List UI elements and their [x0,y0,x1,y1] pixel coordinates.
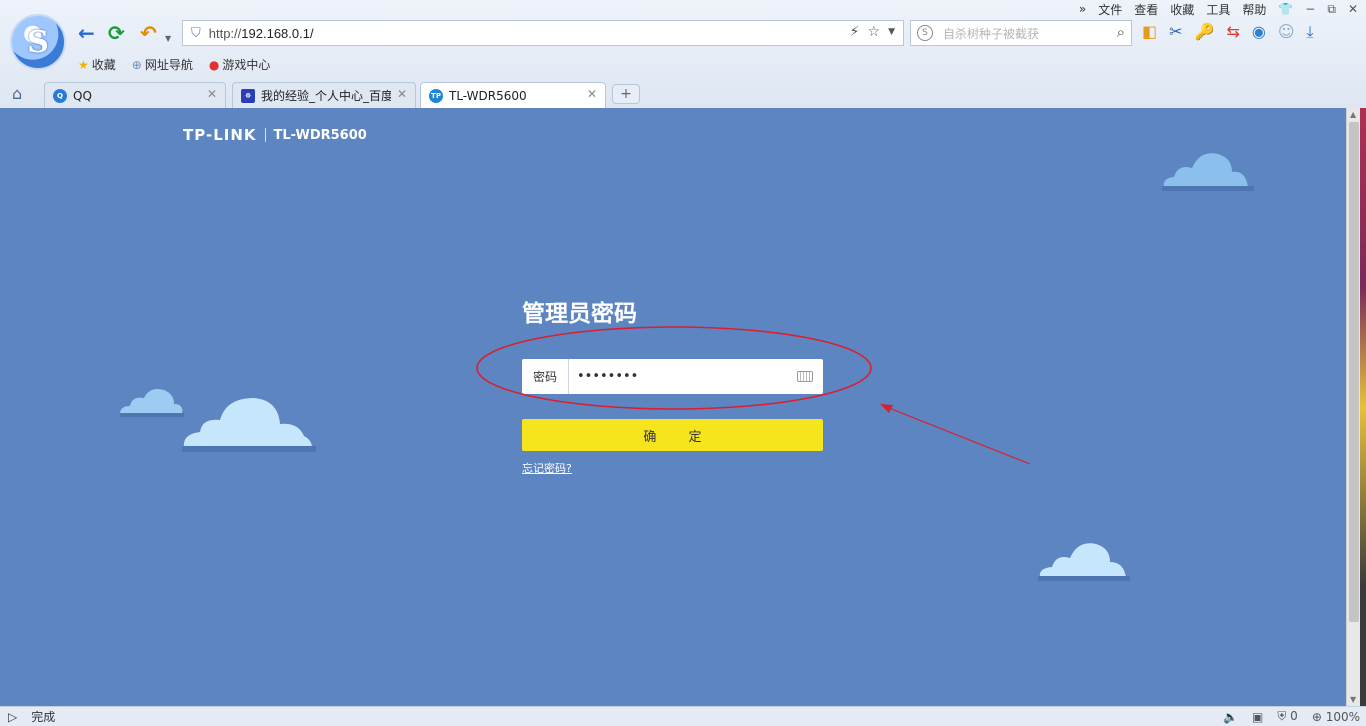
bookmark-favorites[interactable]: ★ 收藏 [78,56,116,73]
cloud-icon [1162,153,1254,191]
restore-button[interactable]: ⧉ [1327,2,1336,17]
home-icon[interactable]: ⌂ [12,84,22,103]
tab-strip: ⌂ Q QQ ✕ ☸ 我的经验_个人中心_百度 ✕ TP TL-WDR5600 … [0,80,1366,108]
tab-label: 我的经验_个人中心_百度 [261,89,391,103]
undo-icon[interactable]: ↶ [140,22,157,44]
baidu-paw-icon: ☸ [241,88,255,103]
vertical-scrollbar[interactable]: ▲ ▼ [1346,108,1360,706]
confirm-button[interactable]: 确 定 [522,419,823,451]
tab-label: QQ [73,88,92,103]
router-login-page: TP-LINK TL-WDR5600 管理员密码 密码 确 定 忘记密码? [0,108,1346,706]
sound-icon[interactable]: 🔈 [1223,710,1238,724]
menu-help[interactable]: 帮助 [1242,1,1266,18]
tab-close-icon[interactable]: ✕ [207,87,217,101]
address-dropdown-icon[interactable]: ▼ [888,24,895,40]
page-title: 管理员密码 [522,301,637,327]
lightning-icon[interactable]: ⚡ [850,24,860,40]
tab-tl-wdr5600[interactable]: TP TL-WDR5600 ✕ [420,82,606,108]
keyboard-icon[interactable] [787,359,823,394]
cloud-icon [182,398,316,452]
star-icon: ★ [78,57,89,72]
address-url[interactable]: http://192.168.0.1/ [209,26,314,41]
bookmark-nav[interactable]: ⊕ 网址导航 [132,56,193,73]
favorite-star-icon[interactable]: ☆ [868,24,881,40]
back-arrow-icon[interactable]: ← [78,22,95,44]
tab-qq[interactable]: Q QQ ✕ [44,82,226,108]
toolbar-icons: ◧ ✂ 🔑 ⇆ ◉ ☺ ⤓ [1142,22,1314,42]
tab-close-icon[interactable]: ✕ [397,87,407,101]
address-bar[interactable]: ⛉ http://192.168.0.1/ ⚡ ☆ ▼ [182,20,904,46]
undo-dropdown-icon[interactable]: ▼ [165,28,171,50]
password-label: 密码 [522,359,569,394]
game-icon: ● [208,57,220,72]
tplink-icon: TP [429,88,443,103]
brand-divider [264,128,266,142]
sidebar-expand-icon[interactable]: ▷ [8,710,17,724]
emoji-icon[interactable]: ☺ [1278,22,1295,42]
cloud-icon [1038,543,1130,581]
background-window-edge [1360,108,1366,706]
adblock-icon[interactable]: ⛨ 0 [1277,709,1297,724]
annotation-arrow-line [883,405,1031,465]
extension-icon[interactable]: ▣ [1252,710,1263,724]
zoom-level[interactable]: ⊕ 100% [1312,710,1360,724]
translate-icon[interactable]: ⇆ [1226,22,1239,42]
cloud-icon [120,389,184,417]
bookmarks-bar: ★ 收藏 ⊕ 网址导航 ● 游戏中心 [78,56,270,73]
security-shield-icon: ⛉ [191,25,201,41]
minimize-button[interactable]: − [1305,2,1315,16]
menu-file[interactable]: 文件 [1098,1,1122,18]
tplink-header: TP-LINK TL-WDR5600 [183,126,367,144]
globe-icon: ⊕ [131,57,142,72]
search-engine-icon[interactable]: S [917,25,933,41]
close-window-button[interactable]: ✕ [1348,2,1358,16]
menu-bar: » 文件 查看 收藏 工具 帮助 👕 − ⧉ ✕ [1079,0,1358,18]
password-field-group: 密码 [522,359,823,394]
qq-icon: Q [53,88,67,103]
status-bar: ▷ 完成 🔈 ▣ ⛨ 0 ⊕ 100% [0,706,1366,726]
tab-baidu[interactable]: ☸ 我的经验_个人中心_百度 ✕ [232,82,416,108]
menu-view[interactable]: 查看 [1134,1,1158,18]
scrollbar-thumb[interactable] [1349,122,1359,622]
annotation-arrowhead [880,404,893,413]
key-icon[interactable]: 🔑 [1195,22,1215,42]
browser-chrome: S » 文件 查看 收藏 工具 帮助 👕 − ⧉ ✕ ← ⟳ ↶ ▼ ⛉ htt… [0,0,1366,108]
bookmark-games[interactable]: ● 游戏中心 [209,56,271,73]
router-model: TL-WDR5600 [273,127,367,143]
tplink-logo: TP-LINK [183,126,257,144]
search-placeholder: 自杀树种子被截获 [943,26,1040,41]
refresh-icon[interactable]: ⟳ [108,22,125,44]
screenshot-icon[interactable]: ◉ [1252,22,1266,42]
search-box[interactable]: S 自杀树种子被截获 ⌕ [910,20,1132,46]
tab-close-icon[interactable]: ✕ [587,87,597,101]
sogou-browser-logo[interactable]: S [10,14,66,70]
new-tab-button[interactable]: + [612,84,640,104]
search-icon[interactable]: ⌕ [1117,23,1125,41]
password-input[interactable] [569,359,787,394]
forgot-password-link[interactable]: 忘记密码? [522,460,572,476]
download-icon[interactable]: ⤓ [1307,22,1314,42]
scroll-up-icon[interactable]: ▲ [1350,110,1356,119]
menu-tools[interactable]: 工具 [1206,1,1230,18]
tab-label: TL-WDR5600 [449,88,527,103]
status-text: 完成 [31,710,56,724]
sidebar-toggle-icon[interactable]: ◧ [1142,22,1157,42]
skin-icon[interactable]: 👕 [1278,2,1293,16]
menu-favorites[interactable]: 收藏 [1170,1,1194,18]
menu-overflow[interactable]: » [1079,2,1086,16]
scroll-down-icon[interactable]: ▼ [1350,695,1356,704]
scissors-icon[interactable]: ✂ [1169,22,1182,42]
